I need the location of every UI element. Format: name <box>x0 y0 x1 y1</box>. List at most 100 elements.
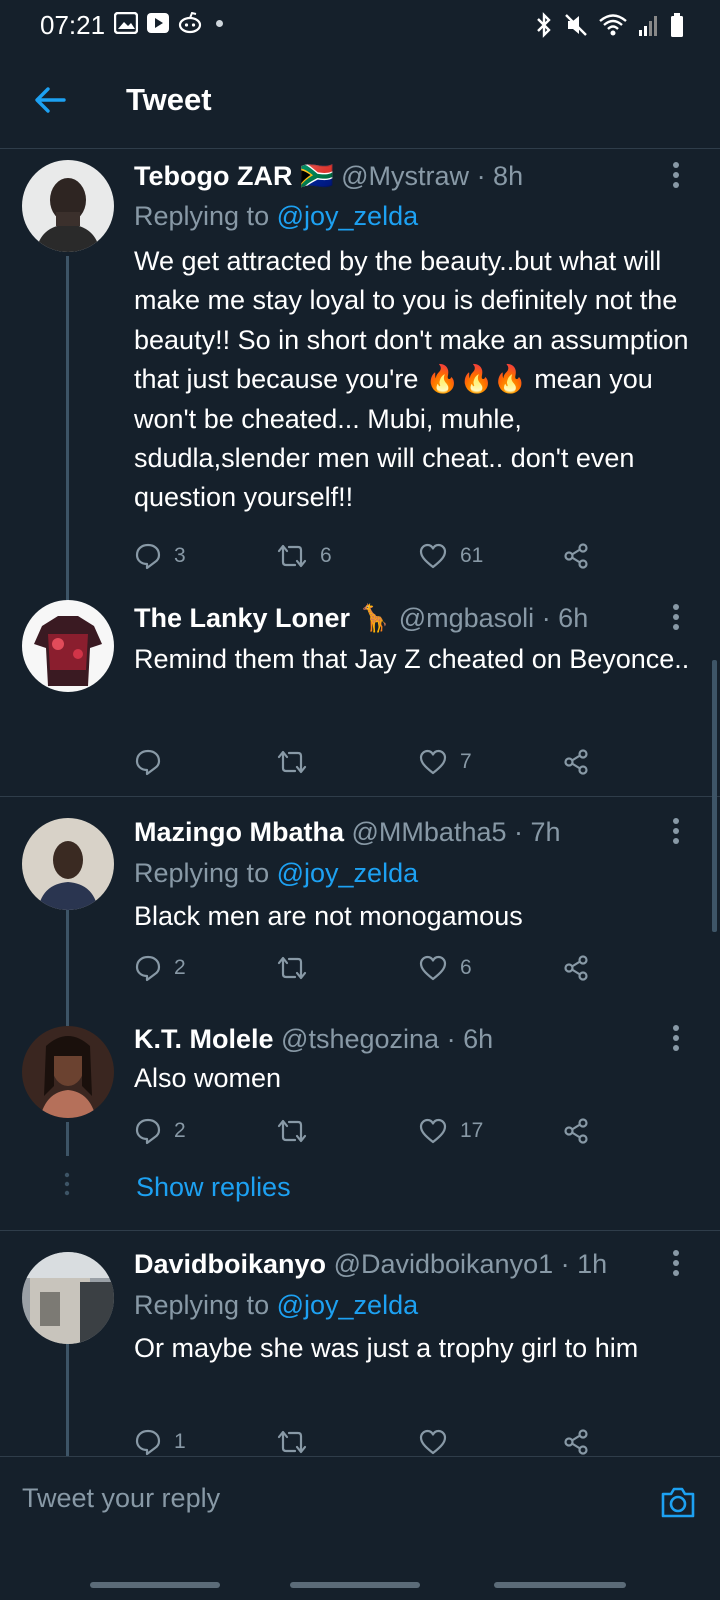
user-handle[interactable]: @tshegozina <box>281 1024 439 1054</box>
user-handle[interactable]: @Davidboikanyo1 <box>334 1249 554 1279</box>
replying-to-link[interactable]: @joy_zelda <box>277 1290 419 1320</box>
tweet-actions: 3 6 61 <box>134 536 604 576</box>
replying-prefix: Replying to <box>134 1290 270 1320</box>
share-button[interactable] <box>562 536 590 576</box>
tweet-header: Davidboikanyo @Davidboikanyo1 · 1h <box>134 1246 607 1282</box>
notification-app-icon <box>178 12 202 34</box>
reply-button[interactable] <box>134 742 174 782</box>
replying-prefix: Replying to <box>134 858 270 888</box>
more-options-icon[interactable] <box>670 1248 682 1278</box>
display-name[interactable]: K.T. Molele <box>134 1024 274 1054</box>
like-heart-icon <box>419 543 447 569</box>
tweet-text: Black men are not monogamous <box>134 901 523 931</box>
avatar[interactable] <box>22 600 114 692</box>
display-name[interactable]: Davidboikanyo <box>134 1249 326 1279</box>
tweet-actions: 7 <box>134 742 604 782</box>
reply-button[interactable]: 3 <box>134 536 186 576</box>
tweet-text: Or maybe she was just a trophy girl to h… <box>134 1333 639 1363</box>
more-options-icon[interactable] <box>670 160 682 190</box>
gallery-icon <box>114 12 138 34</box>
reply-icon <box>135 955 161 982</box>
reply-input[interactable]: Tweet your reply <box>22 1483 220 1514</box>
like-count: 61 <box>460 544 484 567</box>
like-button[interactable]: 7 <box>418 742 472 782</box>
tweet-time: · 6h <box>541 603 589 633</box>
retweet-button[interactable] <box>276 742 320 782</box>
bluetooth-icon <box>537 12 551 38</box>
tweet-header: The Lanky Loner 🦒 @mgbasoli · 6h <box>134 600 588 636</box>
mute-icon <box>565 14 587 36</box>
like-button[interactable]: 17 <box>418 1111 483 1151</box>
more-notifications-dot <box>216 19 223 27</box>
more-options-icon[interactable] <box>670 1023 682 1053</box>
divider <box>0 1230 720 1231</box>
back-arrow-icon[interactable] <box>32 82 68 118</box>
more-options-icon[interactable] <box>670 602 682 632</box>
reply-bar: Tweet your reply <box>0 1456 720 1549</box>
notification-icons <box>114 12 223 34</box>
tweet-actions: 2 17 <box>134 1111 604 1151</box>
replying-to-link[interactable]: @joy_zelda <box>277 858 419 888</box>
tweet-time: · 6h <box>446 1024 494 1054</box>
reply-button[interactable]: 2 <box>134 948 186 988</box>
share-icon <box>564 749 588 775</box>
flag-emoji: 🇿🇦 <box>299 161 334 191</box>
share-icon <box>564 955 588 981</box>
share-icon <box>564 1118 588 1144</box>
camera-icon[interactable] <box>660 1485 696 1519</box>
display-name[interactable]: Mazingo Mbatha <box>134 817 344 847</box>
like-button[interactable]: 6 <box>418 948 472 988</box>
tweet-text: Remind them that Jay Z cheated on Beyonc… <box>134 644 690 674</box>
tweet-text: Also women <box>134 1063 282 1093</box>
display-name[interactable]: Tebogo ZAR <box>134 161 292 191</box>
share-icon <box>564 1429 588 1455</box>
replying-to-link[interactable]: @joy_zelda <box>277 201 419 231</box>
retweet-button[interactable] <box>276 1111 320 1151</box>
like-heart-icon <box>419 749 447 775</box>
like-count: 6 <box>460 956 472 979</box>
tweet-header: K.T. Molele @tshegozina · 6h <box>134 1021 493 1057</box>
retweet-icon <box>277 750 307 774</box>
wifi-icon <box>599 14 627 36</box>
retweet-count: 6 <box>320 544 332 567</box>
tweet-actions: 2 6 <box>134 948 604 988</box>
nav-hint-right <box>494 1582 626 1588</box>
avatar[interactable] <box>22 1026 114 1118</box>
battery-icon <box>671 13 683 37</box>
reply-icon <box>135 1118 161 1145</box>
share-button[interactable] <box>562 742 590 782</box>
share-button[interactable] <box>562 1111 590 1151</box>
replying-to: Replying to @joy_zelda <box>134 1287 418 1323</box>
status-bar: 07:21 <box>0 0 720 52</box>
scrollbar[interactable] <box>712 660 717 932</box>
nav-hint-center <box>290 1582 420 1588</box>
thread-line <box>66 1344 69 1456</box>
reply-count: 2 <box>174 956 186 979</box>
system-icons <box>534 12 684 38</box>
avatar[interactable] <box>22 818 114 910</box>
avatar[interactable] <box>22 160 114 252</box>
avatar[interactable] <box>22 1252 114 1344</box>
thread-line <box>66 900 69 1026</box>
show-replies-link[interactable]: Show replies <box>136 1172 291 1203</box>
user-handle[interactable]: @mgbasoli <box>399 603 534 633</box>
retweet-button[interactable]: 6 <box>276 536 332 576</box>
retweet-icon <box>277 1119 307 1143</box>
reply-icon <box>135 749 161 776</box>
thread-continuation-dots <box>64 1172 70 1196</box>
user-handle[interactable]: @Mystraw <box>341 161 469 191</box>
retweet-button[interactable] <box>276 948 320 988</box>
reply-count: 1 <box>174 1430 186 1453</box>
user-handle[interactable]: @MMbatha5 <box>352 817 507 847</box>
giraffe-emoji: 🦒 <box>357 603 392 633</box>
display-name[interactable]: The Lanky Loner <box>134 603 350 633</box>
tweet-time: · 1h <box>560 1249 608 1279</box>
reply-button[interactable]: 2 <box>134 1111 186 1151</box>
share-button[interactable] <box>562 948 590 988</box>
more-options-icon[interactable] <box>670 816 682 846</box>
like-button[interactable]: 61 <box>418 536 483 576</box>
thread-line <box>66 1122 69 1156</box>
like-heart-icon <box>419 1429 447 1455</box>
page-title: Tweet <box>126 82 212 117</box>
replying-to: Replying to @joy_zelda <box>134 198 418 234</box>
